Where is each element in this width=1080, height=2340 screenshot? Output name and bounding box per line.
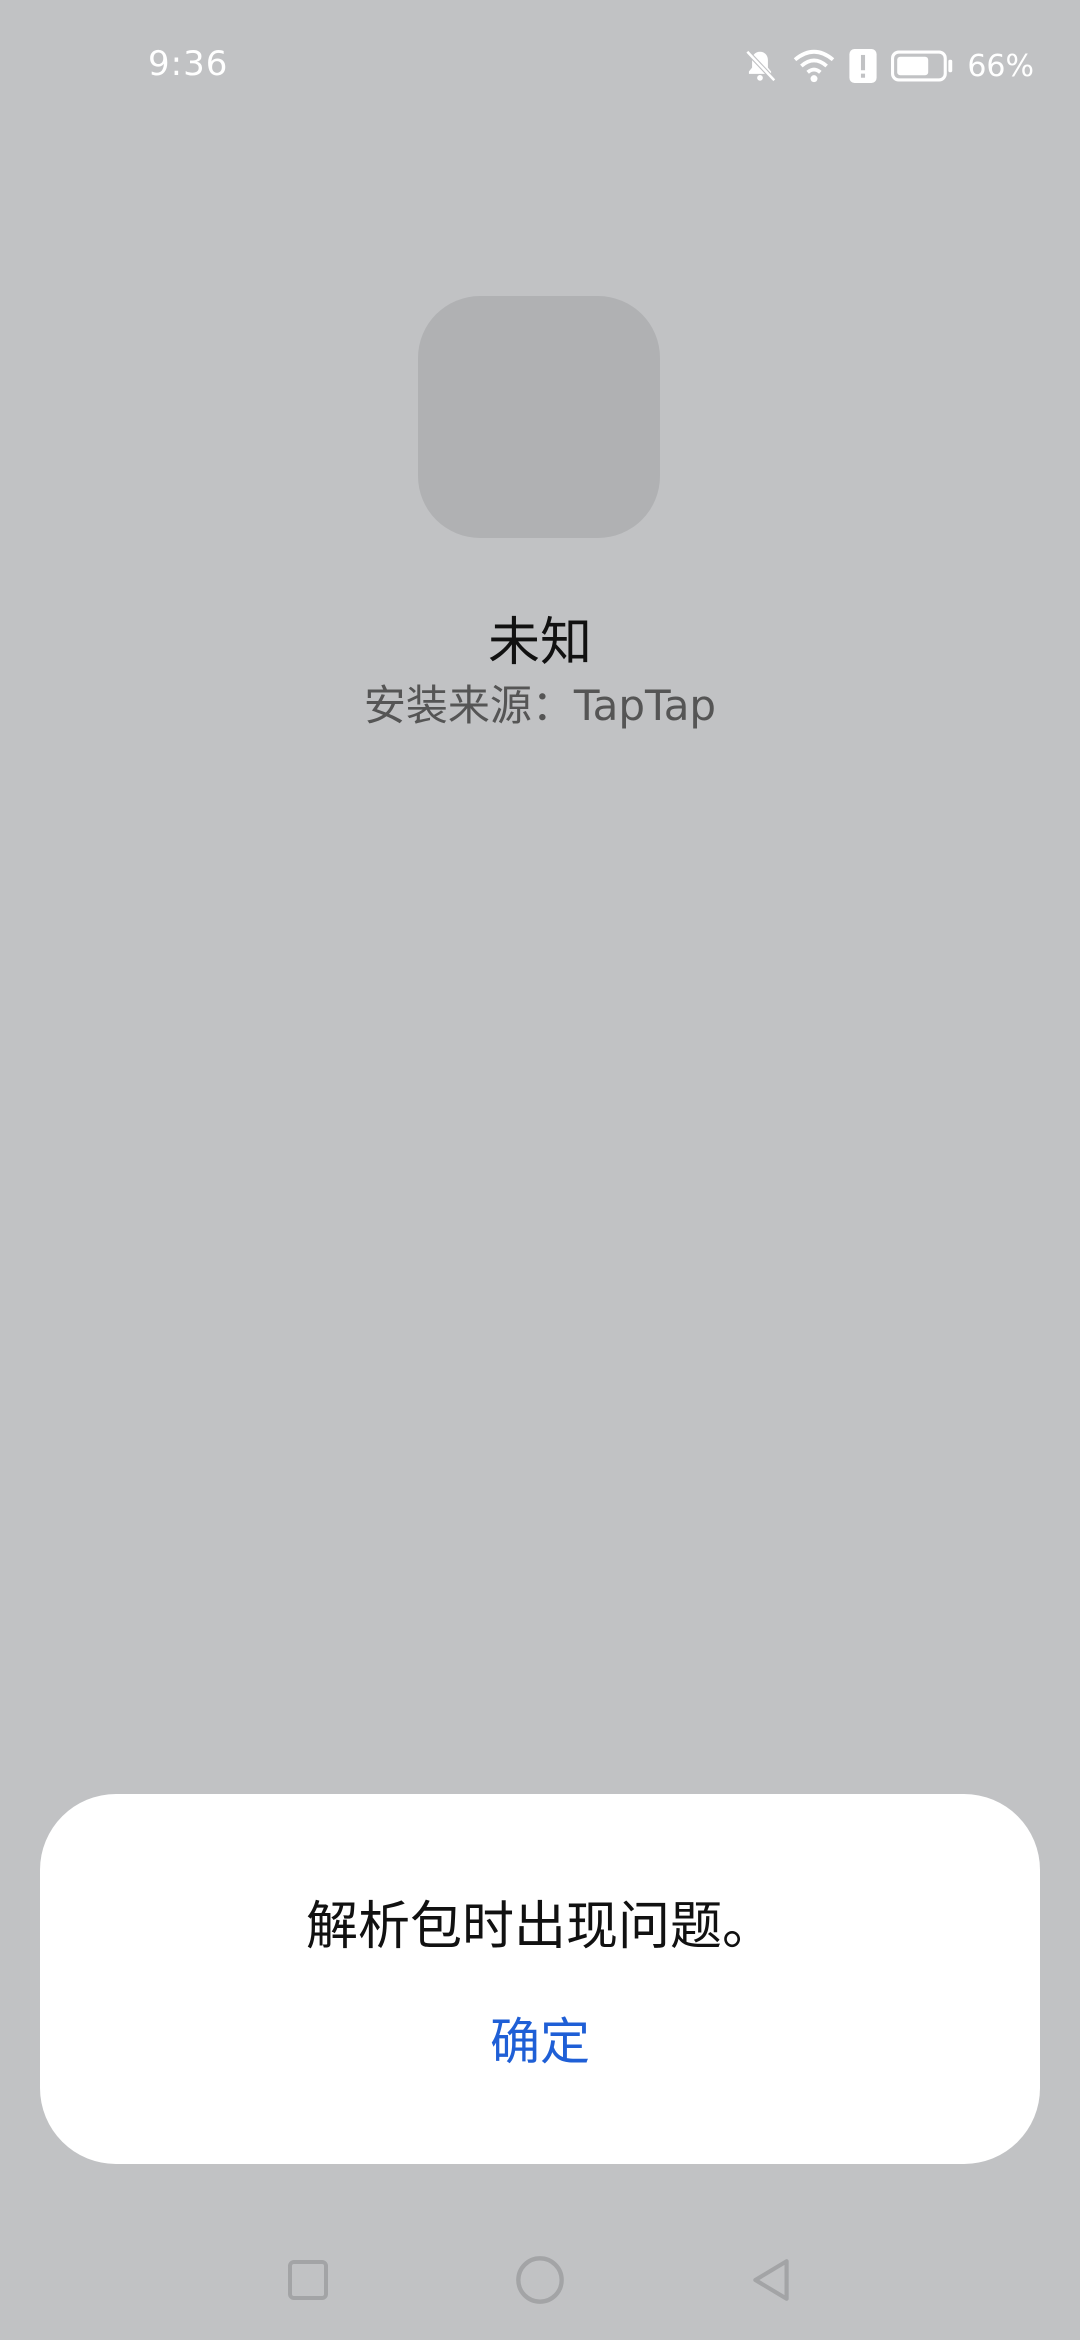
ok-button[interactable]: 确定: [440, 2002, 640, 2082]
navigation-bar: [0, 2220, 1080, 2340]
alert-icon: [849, 49, 877, 83]
back-icon[interactable]: [742, 2250, 802, 2310]
battery-icon: [891, 50, 953, 82]
notifications-muted-icon: [741, 47, 779, 85]
app-name: 未知: [487, 613, 592, 673]
app-icon-placeholder: [418, 296, 660, 538]
status-icons: 66%: [741, 46, 1034, 86]
status-time: 9:36: [148, 44, 229, 84]
error-dialog: 解析包时出现问题。 确定: [40, 1794, 1040, 2164]
recents-icon[interactable]: [278, 2250, 338, 2310]
home-icon[interactable]: [510, 2250, 570, 2310]
dialog-message: 解析包时出现问题。: [305, 1897, 774, 1957]
wifi-icon: [793, 47, 835, 85]
status-bar: 9:36 66%: [0, 0, 1080, 130]
battery-percent: 66%: [967, 48, 1034, 84]
install-source: 安装来源：TapTap: [363, 681, 717, 730]
